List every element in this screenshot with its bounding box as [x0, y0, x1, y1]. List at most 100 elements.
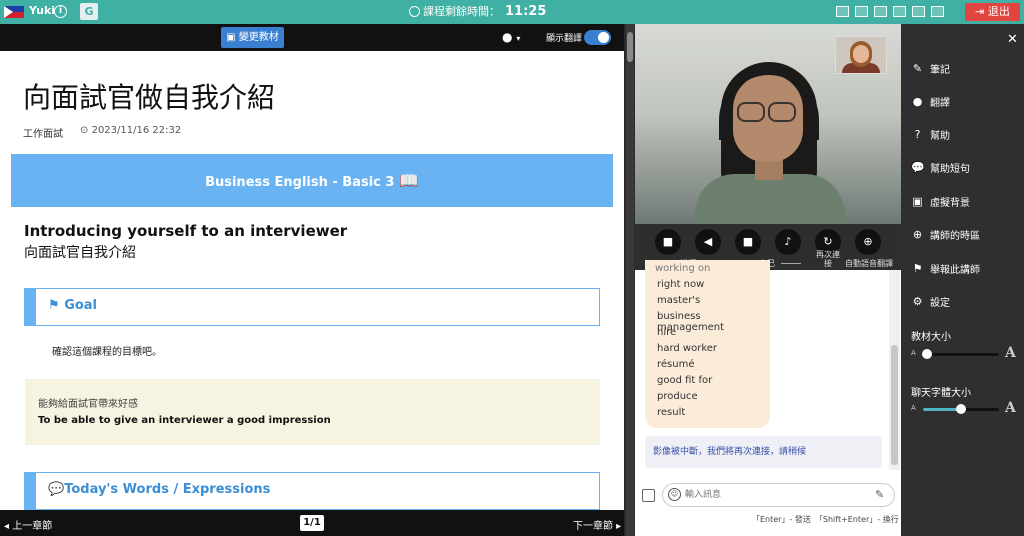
image-upload-icon[interactable]: [642, 489, 655, 502]
menu-label: 講師的時區: [930, 231, 980, 242]
vocab-item: result: [657, 407, 686, 418]
side-menu: ✎ 筆記 ● 翻譯 ? 幫助 💬 幫助短句 ▣ 虛擬背景 ⊕ 講師的時區 ⚑ 舉報此講師 ⚙ 設…: [901, 24, 1024, 536]
reconnect-label: 再次連接: [816, 250, 840, 268]
translate-icon[interactable]: G: [80, 3, 98, 20]
globe-icon: ●: [502, 30, 513, 44]
goal-box: [25, 379, 600, 445]
vocab-item: working on: [655, 263, 711, 274]
material-size-slider[interactable]: [921, 349, 999, 359]
book-icon: 📖: [399, 171, 419, 190]
change-material-button[interactable]: ▣ 變更教材: [221, 27, 284, 48]
toggle-knob: [598, 32, 609, 43]
material-size-label: 教材大小: [911, 332, 951, 343]
teacher-camera-button[interactable]: ■: [655, 229, 681, 255]
menu-item-help-phrases[interactable]: 💬 幫助短句: [911, 160, 970, 175]
auto-translate-button[interactable]: ⊕: [855, 229, 881, 255]
heading-chinese: 向面試官自我介紹: [24, 245, 136, 261]
chat-message-input[interactable]: [685, 487, 865, 503]
chat-font-size-label: 聊天字體大小: [911, 388, 971, 399]
goal-chinese: 能夠給面試官帶來好感: [38, 399, 138, 410]
layout-option-3-icon[interactable]: [874, 6, 887, 17]
info-icon[interactable]: i: [54, 5, 67, 18]
menu-label: 幫助: [930, 131, 950, 142]
chat-bubbles-icon: 💬: [48, 482, 65, 497]
self-camera-button[interactable]: ■: [735, 229, 761, 255]
refresh-icon: ↻: [823, 235, 833, 248]
layout-option-6-icon[interactable]: [931, 6, 944, 17]
vocab-item: hard worker: [657, 343, 718, 354]
image-icon: ▣: [912, 195, 923, 208]
keyboard-hint: 「Enter」- 發送 「Shift+Enter」- 換行: [752, 515, 899, 524]
self-video-thumbnail[interactable]: [835, 36, 887, 74]
layout-option-1-icon[interactable]: [836, 6, 849, 17]
menu-label: 幫助短句: [930, 164, 970, 175]
words-text: Today's Words / Expressions: [64, 482, 271, 497]
lesson-datetime: ⊙ 2023/11/16 22:32: [80, 125, 181, 136]
self-face: [853, 45, 869, 63]
menu-label: 舉報此講師: [930, 265, 980, 276]
self-mic-button[interactable]: ♪: [775, 229, 801, 255]
chat-font-size-slider[interactable]: [923, 404, 999, 414]
layout-option-2-icon[interactable]: [855, 6, 868, 17]
chat-bubble-icon: 💬: [911, 161, 925, 174]
exit-button[interactable]: ⇥ 退出: [965, 3, 1020, 21]
scrollbar-thumb[interactable]: [627, 32, 633, 62]
vocab-item: produce: [657, 391, 698, 402]
globe-icon: ●: [912, 95, 923, 108]
course-banner: Business English - Basic 3 📖: [11, 154, 613, 207]
menu-label: 虛擬背景: [930, 198, 970, 209]
chat-scrollbar[interactable]: [889, 270, 900, 470]
chat-input-wrapper: [662, 483, 895, 507]
username: Yuki: [29, 4, 56, 17]
vocabulary-message: working on right now master's business m…: [645, 260, 770, 428]
vocab-item: right now: [657, 279, 705, 290]
camera-icon: ■: [742, 235, 754, 248]
menu-label: 翻譯: [930, 98, 950, 109]
note-icon: ✎: [912, 62, 923, 75]
large-a-icon: A: [1005, 345, 1016, 361]
large-a-icon: A: [1005, 400, 1016, 416]
heading-english: Introducing yourself to an interviewer: [24, 222, 348, 240]
language-dropdown[interactable]: ● ▾: [502, 30, 520, 44]
speaker-icon: ◀: [703, 235, 713, 248]
emoji-icon[interactable]: ☺: [668, 488, 681, 501]
menu-item-notes[interactable]: ✎ 筆記: [911, 61, 950, 76]
next-chapter-button[interactable]: 下一章節 ▸: [573, 517, 621, 532]
exit-label: 退出: [987, 5, 1010, 18]
gear-icon: ⚙: [912, 295, 923, 308]
material-size-knob[interactable]: [921, 349, 932, 359]
chat-scrollbar-thumb[interactable]: [891, 345, 898, 465]
goal-description: 確認這個課程的目標吧。: [52, 347, 162, 358]
menu-item-report-teacher[interactable]: ⚑ 舉報此講師: [911, 261, 980, 276]
menu-item-translate[interactable]: ● 翻譯: [911, 94, 950, 109]
goal-english: To be able to give an interviewer a good…: [38, 415, 331, 426]
pen-icon[interactable]: ✎: [875, 488, 884, 501]
lesson-footer: ◂ 上一章節 1/1 下一章節 ▸: [0, 510, 624, 536]
layout-option-5-icon[interactable]: [912, 6, 925, 17]
previous-chapter-button[interactable]: ◂ 上一章節: [4, 517, 52, 532]
chat-font-size-knob[interactable]: [956, 404, 966, 414]
vocab-item: hire: [657, 327, 677, 338]
lesson-scrollbar[interactable]: [626, 24, 634, 536]
translation-toggle[interactable]: [584, 30, 611, 45]
menu-item-virtual-background[interactable]: ▣ 虛擬背景: [911, 194, 970, 209]
menu-item-help[interactable]: ? 幫助: [911, 127, 950, 142]
lesson-panel: ▣ 變更教材 ● ▾ 顯示翻譯 向面試官做自我介紹 工作面試 ⊙ 2023/11…: [0, 24, 624, 536]
vocab-item: master's: [657, 295, 701, 306]
philippines-flag-icon: [4, 6, 24, 18]
menu-item-teacher-timezone[interactable]: ⊕ 講師的時區: [911, 227, 980, 242]
layout-option-4-icon[interactable]: [893, 6, 906, 17]
timer-value: 11:25: [505, 3, 547, 19]
change-material-label: 變更教材: [238, 32, 279, 43]
banner-text: Business English - Basic 3: [205, 175, 395, 190]
menu-item-settings[interactable]: ⚙ 設定: [911, 294, 950, 309]
teacher-volume-button[interactable]: ◀: [695, 229, 721, 255]
small-a-icon: A: [911, 349, 916, 357]
lesson-header: ▣ 變更教材 ● ▾ 顯示翻譯: [0, 24, 624, 51]
flag-icon: ⚑: [912, 262, 923, 275]
next-label: 下一章節: [573, 521, 613, 532]
world-icon: ⊕: [912, 228, 923, 241]
system-message: 影像被中斷，我們將再次連接，請稍候: [645, 436, 882, 468]
close-menu-button[interactable]: ✕: [1007, 32, 1018, 47]
help-icon: ?: [914, 128, 921, 141]
